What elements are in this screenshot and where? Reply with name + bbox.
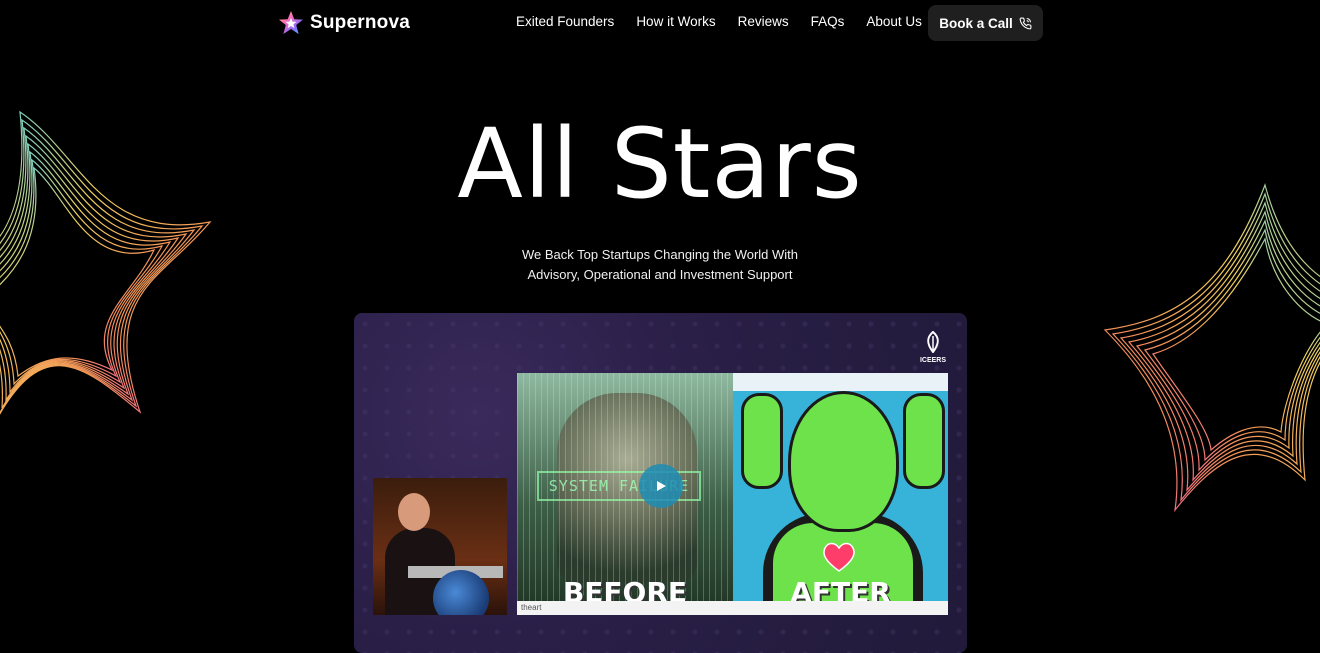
hero-subtitle-line-2: Advisory, Operational and Investment Sup… <box>527 267 793 282</box>
brand-logo[interactable]: Supernova <box>278 10 410 36</box>
hero-subtitle-line-1: We Back Top Startups Changing the World … <box>521 247 799 262</box>
nav-link-about-us[interactable]: About Us <box>866 14 922 29</box>
hero-subtitle: We Back Top Startups Changing the World … <box>0 245 1320 285</box>
star-logo-icon <box>279 11 303 34</box>
speaker-head <box>398 493 430 531</box>
after-portrait <box>788 391 899 532</box>
video-player[interactable]: ICEERS SYSTEM FAILURE BEFORE AFTER thear… <box>354 313 967 653</box>
phone-icon <box>1019 17 1032 29</box>
after-panel: AFTER <box>733 373 948 615</box>
book-a-call-label: Book a Call <box>939 15 1013 31</box>
play-button[interactable] <box>639 464 683 508</box>
nav-link-faqs[interactable]: FAQs <box>811 14 845 29</box>
nav-link-reviews[interactable]: Reviews <box>738 14 789 29</box>
video-footer-bar: theart <box>517 601 948 615</box>
iceers-label: ICEERS <box>919 357 947 364</box>
iceers-leaf-icon <box>927 330 939 354</box>
hero-title: All Stars <box>457 108 863 220</box>
after-sky-strip <box>733 373 948 391</box>
top-nav: Supernova Exited Founders How it Works R… <box>0 0 1320 45</box>
ok-hand-left <box>741 393 783 489</box>
book-a-call-button[interactable]: Book a Call <box>928 5 1043 41</box>
decorative-star-swirl-right <box>1103 183 1320 513</box>
nav-links: Exited Founders How it Works Reviews FAQ… <box>516 14 944 29</box>
brand-name: Supernova <box>310 12 410 33</box>
before-panel: SYSTEM FAILURE BEFORE <box>517 373 733 615</box>
ok-hand-right <box>903 393 945 489</box>
nav-link-exited-founders[interactable]: Exited Founders <box>516 14 614 29</box>
nav-link-how-it-works[interactable]: How it Works <box>636 14 715 29</box>
speaker-thumbnail <box>373 478 507 615</box>
play-icon <box>657 481 666 491</box>
heart-icon <box>823 542 855 572</box>
iceers-watermark: ICEERS <box>918 330 948 364</box>
